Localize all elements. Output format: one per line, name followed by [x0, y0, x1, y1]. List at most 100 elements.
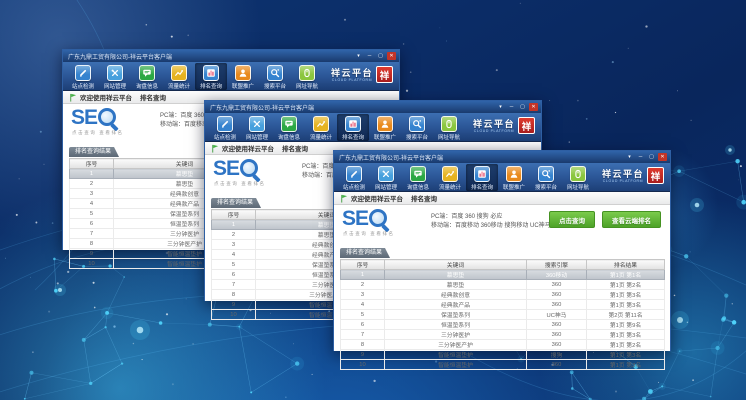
- toolbar-item-label: 站点检测: [72, 82, 94, 90]
- cell-result: 第1页 第3名: [587, 290, 665, 300]
- main-toolbar: 站点检测网站管理询盘信息流量统计排名查询联盟推广搜索平台网址导航 祥云平台 CL…: [205, 113, 541, 142]
- minimize-button[interactable]: ─: [636, 153, 645, 161]
- cell-engine: 360: [527, 330, 587, 340]
- skin-button[interactable]: ▾: [625, 153, 634, 161]
- cell-keyword: 三分钟医产护: [385, 340, 527, 350]
- mouse-icon: [299, 65, 315, 81]
- bar-chart-icon: [345, 116, 361, 132]
- toolbar-item-inquiry-info[interactable]: 询盘信息: [131, 63, 163, 90]
- toolbar-item-label: 网站管理: [375, 183, 397, 191]
- close-button[interactable]: ✕: [387, 52, 396, 60]
- window-controls: ▾─▢✕: [354, 52, 396, 60]
- seo-tagline: 点击查询 查看排名: [214, 181, 266, 187]
- toolbar-item-label: 站点检测: [214, 133, 236, 141]
- brand-subtitle: CLOUD PLATFORM: [603, 179, 643, 183]
- maximize-button[interactable]: ▢: [376, 52, 385, 60]
- toolbar-item-site-manage[interactable]: 网站管理: [370, 164, 402, 191]
- welcome-section: 排名查询: [140, 92, 166, 102]
- toolbar-item-rank-query[interactable]: 排名查询: [466, 164, 498, 191]
- query-button[interactable]: 点击查询: [549, 211, 595, 228]
- cell-no: 6: [70, 219, 114, 229]
- toolbar-item-search-platform[interactable]: 搜索平台: [401, 114, 433, 141]
- window-titlebar[interactable]: 广东九鼎工贸有限公司-祥云平台客户端 ▾─▢✕: [63, 50, 399, 62]
- cell-no: 8: [70, 239, 114, 249]
- cell-result: 第1页 第3名: [587, 360, 665, 370]
- table-row[interactable]: 3经典款创意360第1页 第3名: [341, 290, 665, 300]
- seo-logo: SE: [342, 208, 391, 232]
- toolbar-item-promotion[interactable]: 联盟推广: [369, 114, 401, 141]
- cell-result: 第1页 第3名: [587, 330, 665, 340]
- cell-keyword: 三分钟医护: [385, 330, 527, 340]
- results-tab[interactable]: 排名查询结果: [69, 147, 119, 157]
- skin-button[interactable]: ▾: [496, 103, 505, 111]
- minimize-button[interactable]: ─: [365, 52, 374, 60]
- toolbar-item-site-check[interactable]: 站点检测: [67, 63, 99, 90]
- toolbar-item-promotion[interactable]: 联盟推广: [498, 164, 530, 191]
- minimize-button[interactable]: ─: [507, 103, 516, 111]
- table-row[interactable]: 8三分钟医产护360第1页 第2名: [341, 340, 665, 350]
- cell-no: 6: [212, 270, 256, 280]
- toolbar-item-inquiry-info[interactable]: 询盘信息: [273, 114, 305, 141]
- close-button[interactable]: ✕: [529, 103, 538, 111]
- results-tab[interactable]: 排名查询结果: [211, 198, 261, 208]
- toolbar-item-site-nav[interactable]: 网址导航: [291, 63, 323, 90]
- cell-result: 第1页 第2名: [587, 280, 665, 290]
- cell-no: 3: [212, 240, 256, 250]
- seo-logo-text: SE: [342, 208, 368, 230]
- table-row[interactable]: 9智能恒温垫护搜狗第1页 第3名: [341, 350, 665, 360]
- column-header: 搜索引擎: [527, 260, 587, 270]
- window-titlebar[interactable]: 广东九鼎工贸有限公司-祥云平台客户端 ▾─▢✕: [334, 151, 670, 163]
- tools-icon: [378, 166, 394, 182]
- toolbar-item-search-platform[interactable]: 搜索平台: [259, 63, 291, 90]
- table-row[interactable]: 7三分钟医护360第1页 第3名: [341, 330, 665, 340]
- maximize-button[interactable]: ▢: [518, 103, 527, 111]
- skin-button[interactable]: ▾: [354, 52, 363, 60]
- brand-text: 祥云平台 CLOUD PLATFORM: [331, 68, 373, 82]
- cell-no: 7: [341, 330, 385, 340]
- green-flag-icon: [211, 144, 219, 153]
- toolbar-item-label: 联盟推广: [503, 183, 525, 191]
- table-row[interactable]: 6恒温垫系列360第1页 第9名: [341, 320, 665, 330]
- cell-no: 9: [212, 300, 256, 310]
- toolbar-item-search-platform[interactable]: 搜索平台: [530, 164, 562, 191]
- cell-keyword: 经典款创意: [385, 290, 527, 300]
- engine-list: PC端：百度 360 搜狗 必应 移动端：百度移动 360移动 搜狗移动 UC神…: [431, 213, 551, 231]
- table-row[interactable]: 1慕思垫360移动第1页 第1名: [341, 270, 665, 280]
- table-row[interactable]: 4经典款产品360第1页 第3名: [341, 300, 665, 310]
- toolbar-item-site-nav[interactable]: 网址导航: [433, 114, 465, 141]
- toolbar-item-rank-query[interactable]: 排名查询: [337, 114, 369, 141]
- green-flag-icon: [340, 194, 348, 203]
- desktop-background: 广东九鼎工贸有限公司-祥云平台客户端 ▾─▢✕ 站点检测网站管理询盘信息流量统计…: [0, 0, 746, 400]
- bar-chart-icon: [474, 166, 490, 182]
- seo-logo: SE: [213, 158, 262, 182]
- toolbar-item-site-check[interactable]: 站点检测: [209, 114, 241, 141]
- cell-no: 5: [212, 260, 256, 270]
- toolbar-item-inquiry-info[interactable]: 询盘信息: [402, 164, 434, 191]
- mobile-engines-line: 移动端：百度移动 360移动 搜狗移动 UC神马: [431, 222, 551, 231]
- toolbar-item-traffic-stats[interactable]: 流量统计: [163, 63, 195, 90]
- cloud-rank-button[interactable]: 查看云端排名: [602, 211, 661, 228]
- cell-no: 4: [212, 250, 256, 260]
- results-tab[interactable]: 排名查询结果: [340, 248, 390, 258]
- toolbar-item-traffic-stats[interactable]: 流量统计: [434, 164, 466, 191]
- table-row[interactable]: 5保温垫系列UC神马第2页 第11名: [341, 310, 665, 320]
- cell-no: 5: [341, 310, 385, 320]
- mouse-icon: [570, 166, 586, 182]
- toolbar-item-site-nav[interactable]: 网址导航: [562, 164, 594, 191]
- toolbar-item-promotion[interactable]: 联盟推广: [227, 63, 259, 90]
- maximize-button[interactable]: ▢: [647, 153, 656, 161]
- toolbar-item-traffic-stats[interactable]: 流量统计: [305, 114, 337, 141]
- close-button[interactable]: ✕: [658, 153, 667, 161]
- toolbar-item-site-manage[interactable]: 网站管理: [99, 63, 131, 90]
- brand-badge-icon: 祥: [647, 167, 664, 184]
- toolbar-item-site-check[interactable]: 站点检测: [338, 164, 370, 191]
- toolbar-item-site-manage[interactable]: 网站管理: [241, 114, 273, 141]
- cell-no: 8: [341, 340, 385, 350]
- magnifier-logo-icon: [240, 158, 262, 182]
- pencil-icon: [217, 116, 233, 132]
- table-row[interactable]: 10智能恒温垫护360第1页 第3名: [341, 360, 665, 370]
- window-titlebar[interactable]: 广东九鼎工贸有限公司-祥云平台客户端 ▾─▢✕: [205, 101, 541, 113]
- toolbar-item-rank-query[interactable]: 排名查询: [195, 63, 227, 90]
- cell-no: 10: [212, 310, 256, 320]
- table-row[interactable]: 2慕思垫360第1页 第2名: [341, 280, 665, 290]
